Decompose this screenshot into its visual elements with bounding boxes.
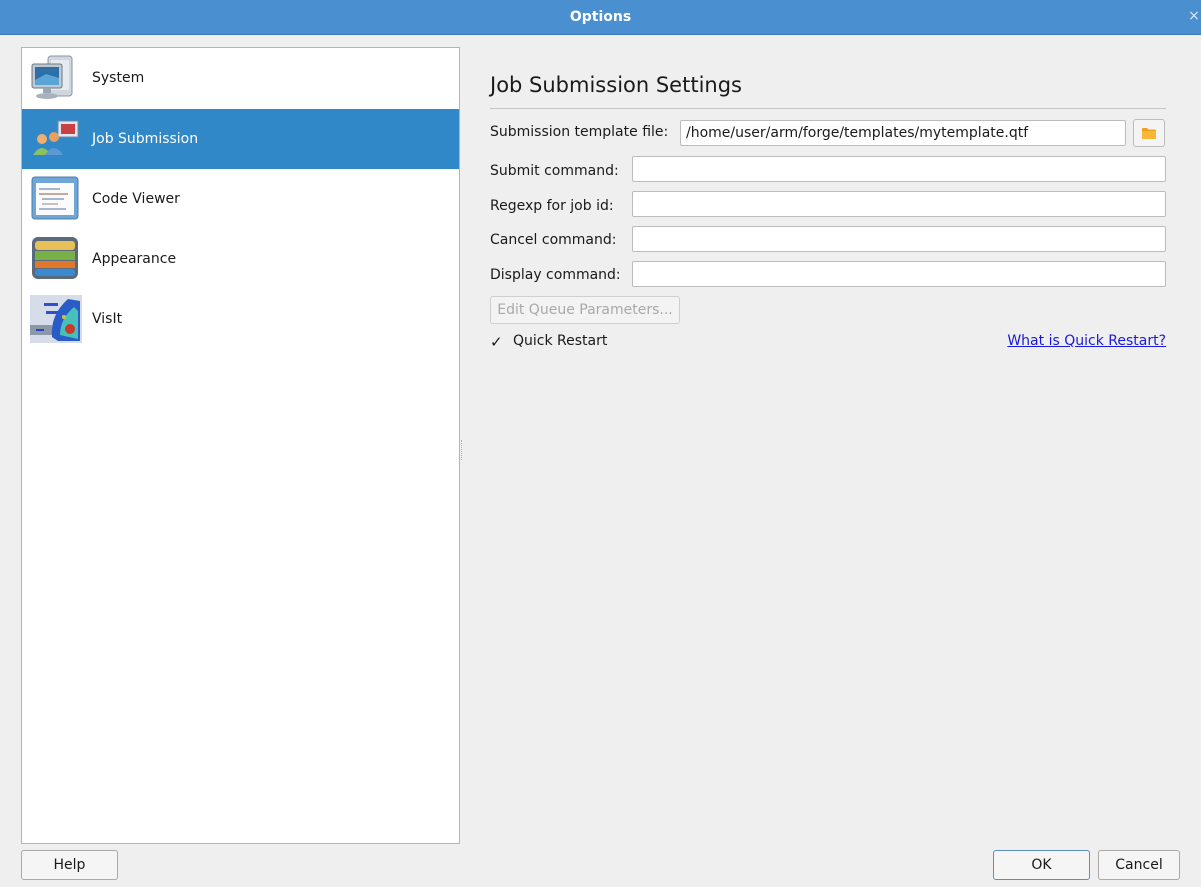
sidebar-item-label: System (92, 70, 145, 86)
sidebar-item-job-submission[interactable]: Job Submission (22, 109, 459, 169)
sidebar-item-system[interactable]: System (22, 48, 459, 108)
close-icon[interactable]: × (1187, 8, 1201, 24)
sidebar-item-label: Appearance (92, 251, 177, 267)
quick-restart-label[interactable]: Quick Restart (513, 333, 607, 349)
ok-button[interactable]: OK (993, 850, 1090, 880)
code-viewer-icon (31, 176, 79, 220)
window-title: Options (569, 9, 632, 25)
folder-icon (1142, 128, 1156, 139)
cancel-command-label: Cancel command: (490, 232, 617, 248)
cancel-command-field[interactable] (632, 226, 1166, 252)
sidebar-item-label: VisIt (92, 311, 123, 327)
appearance-icon (32, 237, 78, 279)
edit-queue-parameters-button[interactable]: Edit Queue Parameters... (490, 296, 680, 324)
regexp-job-id-label: Regexp for job id: (490, 198, 614, 214)
page-title: Job Submission Settings (490, 73, 742, 97)
submit-command-label: Submit command: (490, 163, 619, 179)
display-command-field[interactable] (632, 261, 1166, 287)
regexp-job-id-field[interactable] (632, 191, 1166, 217)
browse-folder-button[interactable] (1133, 119, 1165, 147)
sidebar-item-code-viewer[interactable]: Code Viewer (22, 169, 459, 229)
cancel-button[interactable]: Cancel (1098, 850, 1180, 880)
quick-restart-checkbox[interactable]: ✓ (490, 334, 506, 350)
display-command-label: Display command: (490, 267, 621, 283)
sidebar-item-label: Code Viewer (92, 191, 180, 207)
template-file-field[interactable] (680, 120, 1126, 146)
template-file-label: Submission template file: (490, 124, 669, 140)
splitter-handle[interactable] (461, 440, 465, 460)
options-category-list: System Job Submission Code Viewer Appear… (21, 47, 460, 844)
sidebar-item-appearance[interactable]: Appearance (22, 229, 459, 289)
quick-restart-help-link[interactable]: What is Quick Restart? (1007, 333, 1166, 349)
help-button[interactable]: Help (21, 850, 118, 880)
sidebar-item-visit[interactable]: VisIt (22, 289, 459, 349)
system-monitor-icon (31, 55, 73, 99)
window-titlebar: Options × (0, 0, 1201, 35)
sidebar-item-label: Job Submission (92, 131, 199, 147)
submit-command-field[interactable] (632, 156, 1166, 182)
job-submission-icon (33, 120, 79, 155)
visit-icon (30, 295, 82, 343)
heading-divider (490, 108, 1166, 109)
